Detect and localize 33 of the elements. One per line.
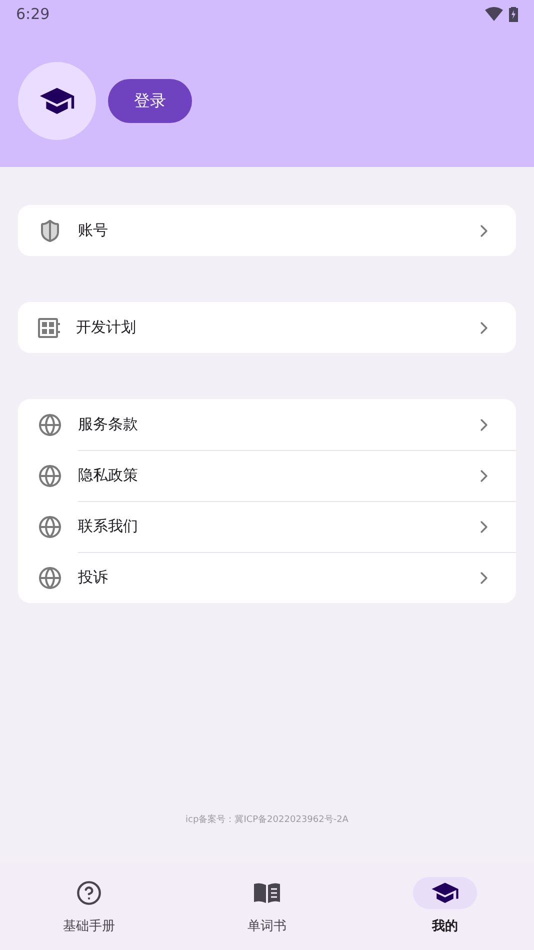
tab-label: 我的	[432, 918, 458, 935]
settings-row[interactable]: 账号	[18, 205, 516, 256]
row-label: 隐私政策	[78, 466, 139, 485]
login-button[interactable]: 登录	[108, 79, 192, 123]
status-time: 6:29	[16, 5, 50, 23]
nav-tab[interactable]: 单词书	[178, 862, 356, 950]
nav-tab[interactable]: 我的	[356, 862, 534, 950]
shield-icon	[38, 218, 62, 242]
globe-icon	[38, 464, 62, 488]
tab-label: 基础手册	[63, 918, 115, 935]
row-label: 开发计划	[76, 318, 137, 337]
row-label: 联系我们	[78, 517, 139, 536]
globe-icon	[38, 566, 62, 590]
book-icon	[253, 882, 281, 904]
settings-row[interactable]: 服务条款	[18, 399, 516, 450]
dashboard-icon	[38, 318, 60, 338]
graduation-cap-icon	[431, 882, 459, 904]
row-label: 服务条款	[78, 415, 139, 434]
icp-text: icp备案号：冀ICP备2022023962号-2A	[186, 813, 348, 826]
wifi-icon	[485, 7, 503, 21]
globe-icon	[38, 514, 62, 538]
row-label: 账号	[78, 221, 109, 240]
globe-icon	[38, 412, 62, 436]
tab-label: 单词书	[248, 918, 286, 935]
graduation-cap-icon	[39, 86, 75, 116]
settings-row[interactable]: 联系我们	[18, 501, 516, 552]
battery-icon	[509, 6, 518, 22]
settings-row[interactable]: 开发计划	[18, 302, 516, 353]
row-label: 投诉	[78, 568, 109, 587]
nav-tab[interactable]: 基础手册	[0, 862, 178, 950]
settings-row[interactable]: 隐私政策	[18, 450, 516, 501]
help-icon	[76, 880, 102, 906]
settings-row[interactable]: 投诉	[18, 552, 516, 603]
